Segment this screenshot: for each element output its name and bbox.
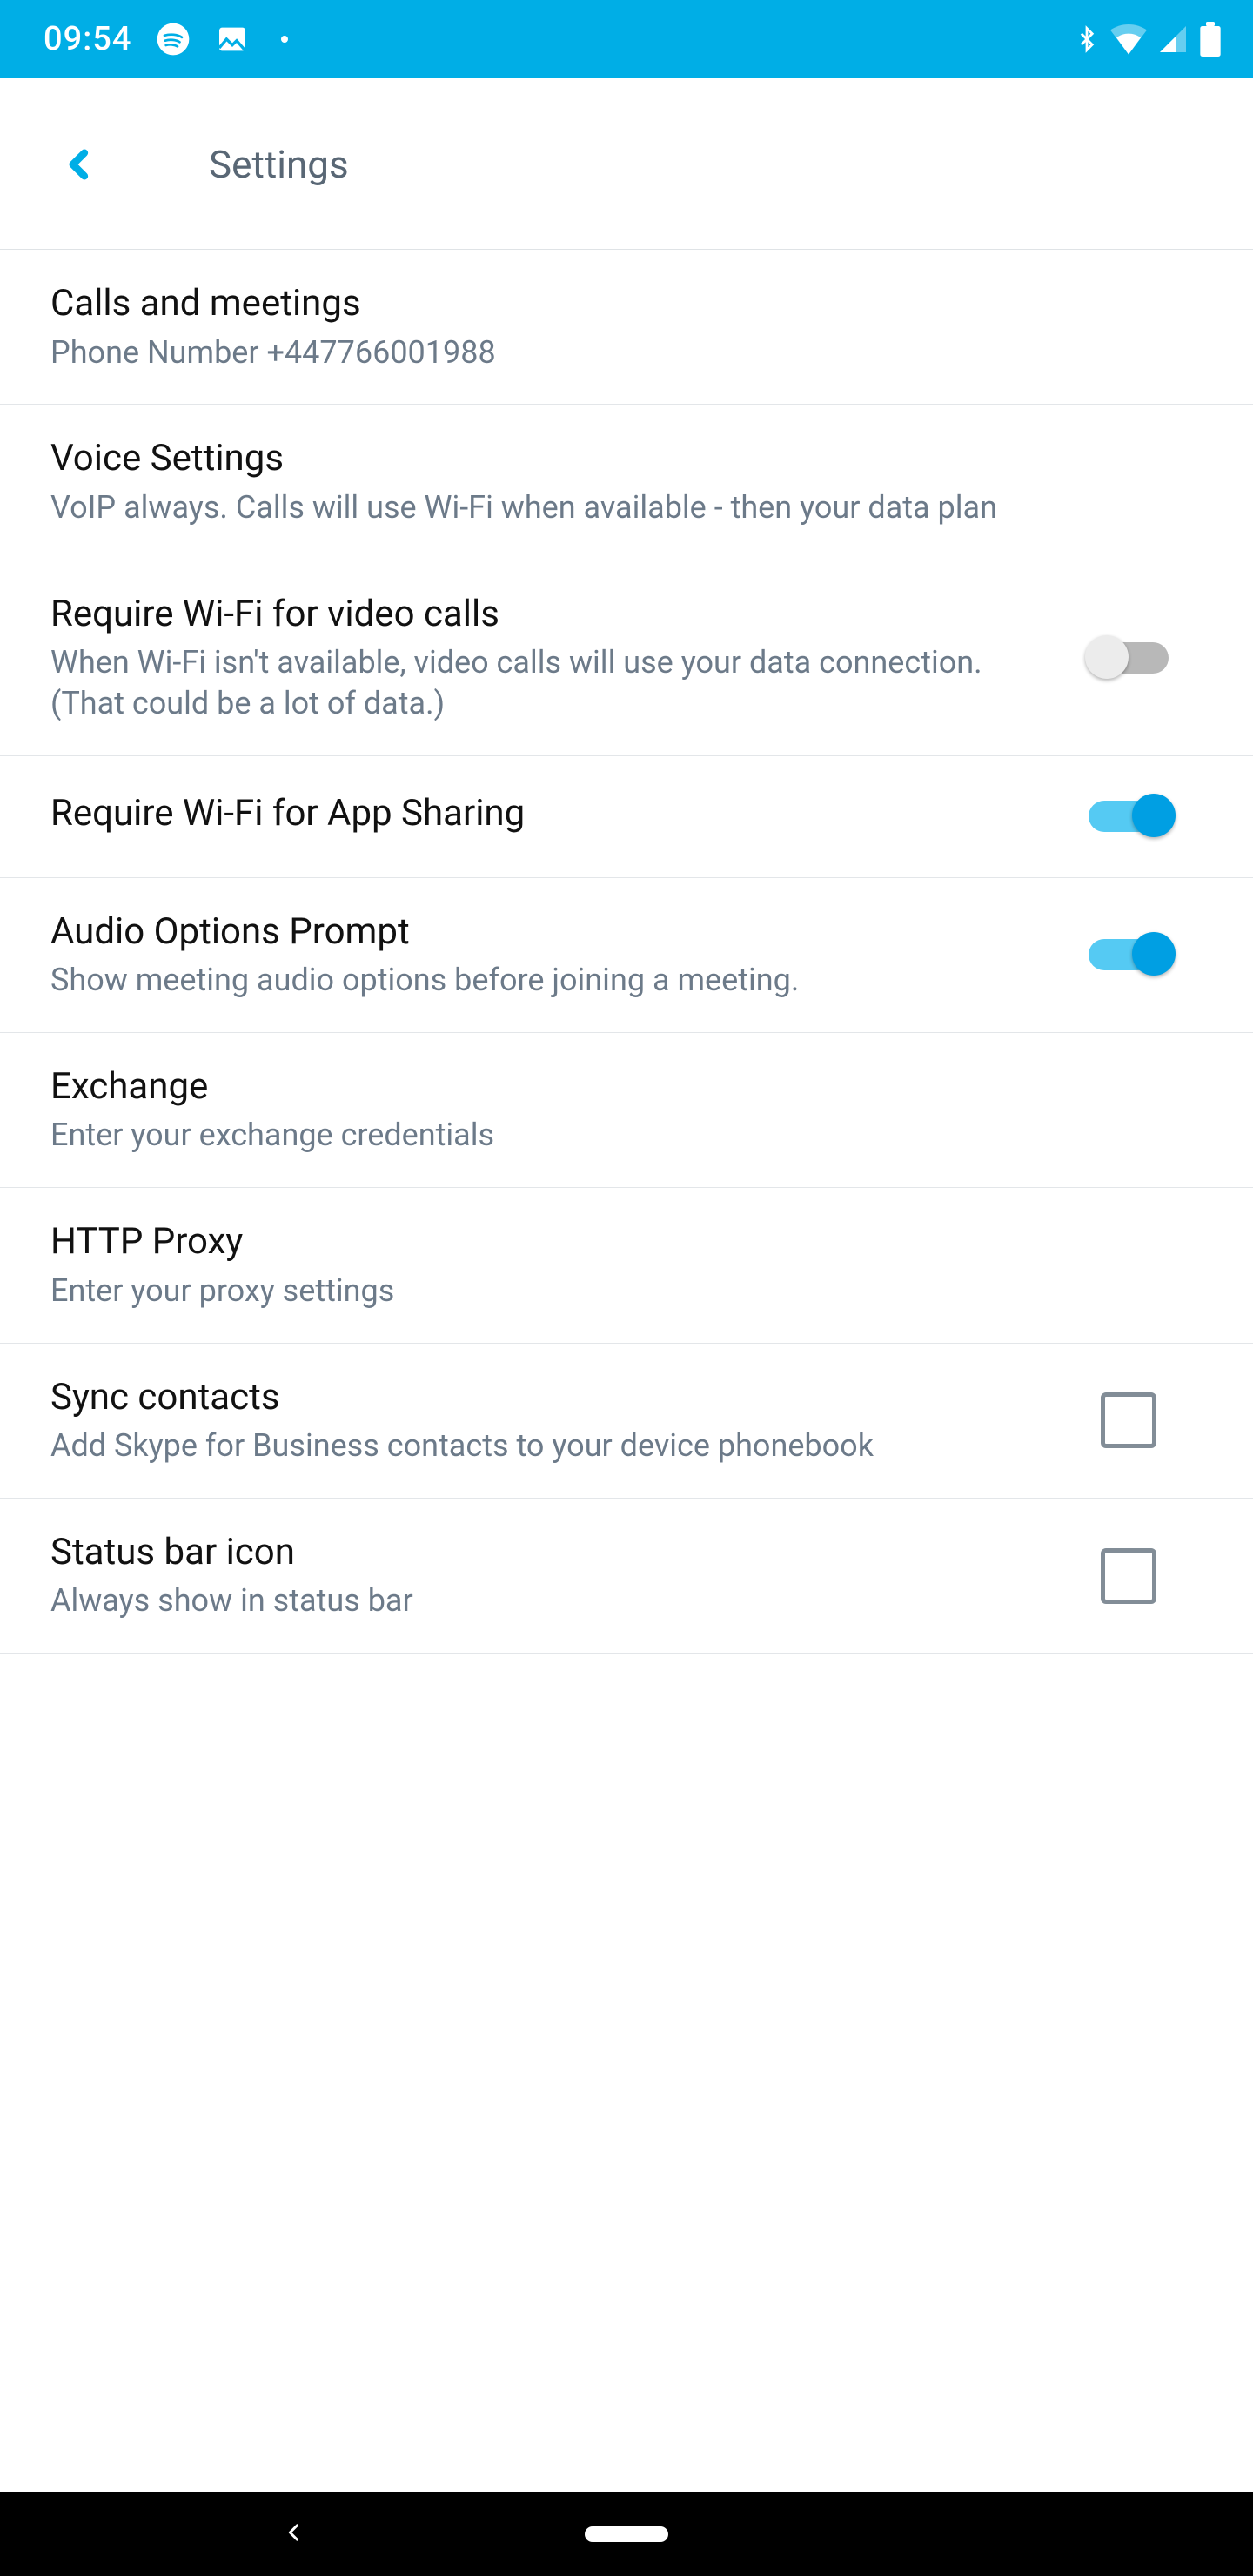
setting-item[interactable]: Require Wi-Fi for video callsWhen Wi-Fi … (0, 560, 1253, 756)
setting-text: HTTP Proxy Enter your proxy settings (50, 1219, 1203, 1311)
setting-title: Sync contacts (50, 1375, 1020, 1421)
status-bar: 09:54 (0, 0, 1253, 78)
setting-subtitle: Enter your proxy settings (50, 1271, 1077, 1311)
setting-item[interactable]: Voice Settings VoIP always. Calls will us… (0, 405, 1253, 560)
setting-title: Status bar icon (50, 1530, 1020, 1576)
android-nav-bar (0, 2492, 1253, 2576)
spotify-icon (156, 22, 191, 57)
dot-icon (281, 36, 288, 43)
setting-title: HTTP Proxy (50, 1219, 1203, 1265)
status-left: 09:54 (44, 20, 288, 58)
setting-title: Audio Options Prompt (50, 909, 1020, 956)
setting-title: Exchange (50, 1064, 1203, 1110)
checkbox[interactable] (1101, 1548, 1156, 1604)
setting-text: Calls and meetings Phone Number +44776600… (50, 281, 1203, 372)
setting-control (1055, 1548, 1203, 1604)
setting-subtitle: VoIP always. Calls will use Wi-Fi when a… (50, 487, 1077, 528)
setting-control (1055, 939, 1203, 970)
switch-knob (1132, 932, 1176, 976)
setting-item[interactable]: Exchange Enter your exchange credentials (0, 1033, 1253, 1188)
setting-title: Calls and meetings (50, 281, 1203, 327)
setting-subtitle: Enter your exchange credentials (50, 1115, 1077, 1156)
image-icon (215, 22, 250, 57)
toggle-switch[interactable] (1089, 642, 1169, 674)
setting-item[interactable]: HTTP Proxy Enter your proxy settings (0, 1188, 1253, 1343)
setting-title: Require Wi-Fi for video calls (50, 592, 1020, 638)
status-time: 09:54 (44, 20, 131, 58)
cell-icon (1157, 23, 1189, 55)
setting-item[interactable]: Calls and meetings Phone Number +44776600… (0, 250, 1253, 405)
setting-item[interactable]: Sync contacts Add Skype for Business cont… (0, 1344, 1253, 1499)
setting-text: Require Wi-Fi for App Sharing (50, 791, 1020, 842)
chevron-left-icon (282, 2520, 306, 2545)
app-bar: Settings (0, 79, 1253, 250)
battery-icon (1199, 22, 1222, 57)
setting-title: Voice Settings (50, 436, 1203, 482)
setting-item[interactable]: Status bar iconAlways show in status bar (0, 1499, 1253, 1654)
status-right (1074, 22, 1222, 57)
bluetooth-icon (1074, 23, 1100, 56)
toggle-switch[interactable] (1089, 939, 1169, 970)
setting-text: Voice Settings VoIP always. Calls will us… (50, 436, 1203, 527)
setting-control (1055, 642, 1203, 674)
setting-text: Sync contacts Add Skype for Business cont… (50, 1375, 1020, 1466)
switch-knob (1132, 794, 1176, 837)
setting-subtitle: Phone Number +447766001988 (50, 332, 1077, 373)
back-button[interactable] (63, 79, 115, 249)
wifi-icon (1110, 23, 1147, 55)
setting-text: Status bar iconAlways show in status bar (50, 1530, 1020, 1621)
chevron-left-icon (63, 140, 97, 189)
setting-text: Exchange Enter your exchange credentials (50, 1064, 1203, 1156)
nav-back-button[interactable] (282, 2520, 306, 2548)
setting-text: Audio Options PromptShow meeting audio o… (50, 909, 1020, 1001)
page-title: Settings (209, 142, 349, 187)
settings-list: Calls and meetings Phone Number +44776600… (0, 250, 1253, 1654)
setting-item[interactable]: Require Wi-Fi for App Sharing (0, 756, 1253, 878)
switch-knob (1085, 635, 1129, 679)
setting-control (1055, 801, 1203, 832)
setting-subtitle: Add Skype for Business contacts to your … (50, 1426, 1020, 1466)
setting-subtitle: When Wi-Fi isn't available, video calls … (50, 642, 1020, 724)
checkbox[interactable] (1101, 1392, 1156, 1448)
content: Settings Calls and meetings Phone Number … (0, 78, 1253, 2492)
setting-control (1055, 1392, 1203, 1448)
toggle-switch[interactable] (1089, 801, 1169, 832)
setting-subtitle: Always show in status bar (50, 1580, 1020, 1621)
setting-subtitle: Show meeting audio options before joinin… (50, 960, 1020, 1001)
nav-home-pill[interactable] (585, 2526, 668, 2542)
setting-text: Require Wi-Fi for video callsWhen Wi-Fi … (50, 592, 1020, 724)
setting-item[interactable]: Audio Options PromptShow meeting audio o… (0, 878, 1253, 1033)
setting-title: Require Wi-Fi for App Sharing (50, 791, 1020, 837)
